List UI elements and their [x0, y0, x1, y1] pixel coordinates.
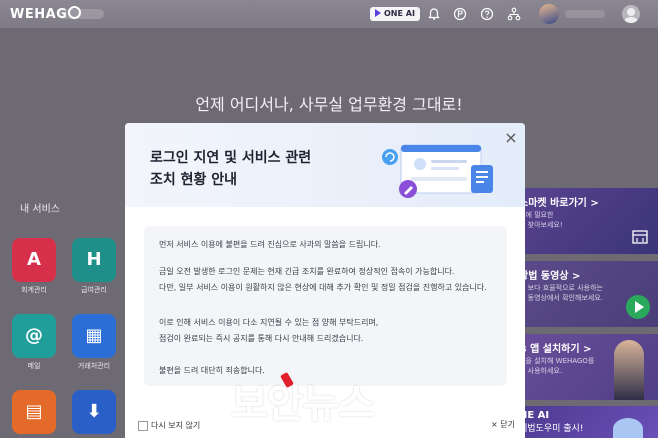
app-payroll-label: 급여관리	[81, 286, 107, 294]
card-app-install-title: B 앱 설치하기 >	[519, 344, 592, 355]
modal-title: 로그인 지연 및 서비스 관련 조치 현황 안내	[150, 147, 350, 191]
book-icon: ▤	[25, 401, 43, 422]
store-icon	[632, 230, 648, 244]
notice-illustration	[382, 144, 493, 198]
top-bar: WEHAG ONE AI	[0, 0, 658, 28]
boannews-watermark: 보안뉴스	[231, 381, 375, 427]
modal-title-line1: 로그인 지연 및 서비스 관련	[150, 150, 312, 166]
building-icon: ▦	[85, 325, 103, 346]
mail-icon: @	[25, 325, 43, 346]
app-clients-label: 거래처관리	[77, 362, 111, 370]
profile-icon[interactable]	[622, 5, 640, 23]
card-store[interactable]: 스마켓 바로가기 > 스에 필요한 를 찾아보세요!	[515, 188, 658, 254]
close-button[interactable]: × 닫기	[491, 419, 515, 430]
app-mail-label: 메일	[27, 362, 41, 370]
card-video-sub: 를 보다 효율적으로 사용하는 트 동영상에서 확인해보세요.	[519, 284, 603, 302]
app-accounting-label: 회계관리	[21, 286, 47, 294]
card-oneai[interactable]: NE AI 세법도우미 출시!	[515, 406, 658, 438]
message-line-4: 이로 인해 서비스 이용이 다소 지연될 수 있는 점 양해 부탁드리며,	[159, 318, 379, 327]
card-app-install[interactable]: B 앱 설치하기 > 앱을 설치해 WEHAGO를 게 사용하세요.	[515, 334, 658, 400]
modal-close-icon[interactable]: ×	[504, 130, 518, 146]
blurred-company-name	[58, 9, 104, 19]
hero-text: 언제 어디서나, 사무실 업무환경 그대로!	[195, 95, 463, 114]
p-icon[interactable]	[453, 7, 467, 21]
play-icon	[375, 9, 381, 17]
notice-message-box: 먼저 서비스 이용에 불편을 드려 진심으로 사과의 말씀을 드립니다. 금일 …	[144, 226, 507, 386]
modal-header: 로그인 지연 및 서비스 관련 조치 현황 안내 ×	[125, 123, 525, 207]
model-person-image	[614, 340, 644, 400]
cloud-download-icon: ⬇	[86, 401, 102, 422]
blurred-user-name	[565, 10, 605, 18]
user-avatar[interactable]	[539, 4, 559, 24]
bell-icon[interactable]	[427, 7, 441, 21]
payroll-icon: H	[86, 249, 102, 270]
message-line-3: 다만, 일부 서비스 이용이 원활하지 않은 현상에 대해 추가 확인 및 정밀…	[159, 283, 487, 292]
card-store-sub: 스에 필요한 를 찾아보세요!	[519, 211, 563, 229]
accounting-icon: A	[27, 249, 41, 270]
card-store-title: 스마켓 바로가기 >	[519, 198, 599, 209]
app-book[interactable]: ▤	[12, 390, 56, 434]
help-icon[interactable]	[480, 7, 494, 21]
app-accounting[interactable]: A	[12, 238, 56, 282]
app-payroll[interactable]: H	[72, 238, 116, 282]
robot-mascot-image	[613, 418, 643, 438]
dont-show-checkbox[interactable]	[138, 421, 148, 431]
modal-title-line2: 조치 현황 안내	[150, 172, 238, 188]
card-video[interactable]: 방법 동영상 > 를 보다 효율적으로 사용하는 트 동영상에서 확인해보세요.	[515, 261, 658, 327]
oneai-button[interactable]: ONE AI	[370, 7, 420, 21]
dont-show-label[interactable]: 다시 보지 않기	[151, 420, 200, 431]
my-services-title: 내 서비스	[20, 204, 60, 215]
app-clients[interactable]: ▦	[72, 314, 116, 358]
message-line-5: 점검이 완료되는 즉시 공지를 통해 다시 안내해 드리겠습니다.	[159, 334, 364, 343]
app-mail[interactable]: @	[12, 314, 56, 358]
oneai-label: ONE AI	[384, 9, 415, 18]
card-app-install-sub: 앱을 설치해 WEHAGO를 게 사용하세요.	[519, 357, 595, 375]
play-video-icon	[626, 295, 650, 319]
message-line-1: 먼저 서비스 이용에 불편을 드려 진심으로 사과의 말씀을 드립니다.	[159, 240, 381, 249]
app-download[interactable]: ⬇	[72, 390, 116, 434]
org-chart-icon[interactable]	[507, 7, 521, 21]
card-oneai-sub: 세법도우미 출시!	[519, 424, 584, 434]
card-video-title: 방법 동영상 >	[519, 271, 581, 282]
message-line-2: 금일 오전 발생한 로그인 문제는 현재 긴급 조치를 완료하여 정상적인 접속…	[159, 267, 455, 276]
